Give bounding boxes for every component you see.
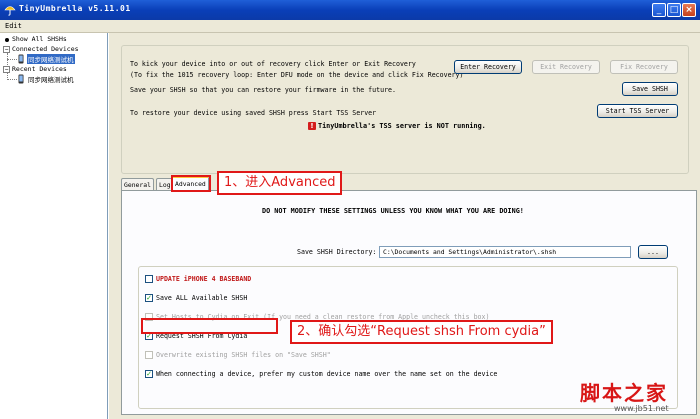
restore-message: To restore your device using saved SHSH … — [130, 109, 377, 117]
fix-recovery-button[interactable]: Fix Recovery — [610, 60, 678, 74]
collapse-icon[interactable]: − — [3, 66, 10, 73]
tree-item-label: 同步网络测试机 — [28, 76, 74, 84]
tree-item-label: Connected Devices — [12, 45, 79, 53]
maximize-button[interactable]: □ — [667, 3, 681, 17]
checkbox-prefer-custom-name[interactable]: ✓ — [145, 370, 153, 378]
device-tree: Show All SHSHs − Connected Devices 同步网络测… — [0, 33, 108, 419]
checkbox-save-all-shsh[interactable]: ✓ — [145, 294, 153, 302]
bullet-icon — [5, 38, 9, 42]
option-label: UPDATE iPHONE 4 BASEBAND — [156, 275, 252, 283]
annotation-step1: 1、进入Advanced — [217, 171, 343, 195]
menu-bar: Edit — [0, 20, 700, 33]
collapse-icon[interactable]: − — [3, 46, 10, 53]
save-shsh-button[interactable]: Save SHSH — [622, 82, 678, 96]
start-tss-server-button[interactable]: Start TSS Server — [597, 104, 678, 118]
fix-recovery-message: (To fix the 1015 recovery loop: Enter DF… — [130, 71, 464, 79]
iphone-icon — [18, 74, 24, 84]
recovery-message: To kick your device into or out of recov… — [130, 60, 416, 68]
option-label: When connecting a device, prefer my cust… — [156, 370, 498, 378]
settings-warning: DO NOT MODIFY THESE SETTINGS UNLESS YOU … — [262, 207, 524, 215]
close-button[interactable]: × — [682, 3, 696, 17]
umbrella-icon — [4, 6, 16, 16]
tree-connector — [7, 59, 17, 60]
enter-recovery-button[interactable]: Enter Recovery — [454, 60, 522, 74]
save-message: Save your SHSH so that you can restore y… — [130, 86, 396, 94]
exit-recovery-button[interactable]: Exit Recovery — [532, 60, 600, 74]
checkbox-overwrite-shsh[interactable] — [145, 351, 153, 359]
tss-status: ! TinyUmbrella's TSS server is NOT runnin… — [308, 122, 486, 130]
shsh-directory-input[interactable] — [379, 246, 631, 258]
option-label: Save ALL Available SHSH — [156, 294, 248, 302]
annotation-step2: 2、确认勾选“Request shsh From cydia” — [290, 320, 553, 344]
tss-status-text: TinyUmbrella's TSS server is NOT running… — [318, 122, 486, 130]
main-panel: To kick your device into or out of recov… — [109, 33, 700, 419]
watermark-url: www.jb51.net — [614, 404, 669, 413]
iphone-icon — [18, 54, 24, 64]
minimize-button[interactable]: _ — [652, 3, 666, 17]
browse-button[interactable]: ... — [638, 245, 668, 259]
watermark: 脚本之家 www.jb51.net — [580, 377, 692, 417]
tree-connector — [7, 79, 17, 80]
window-title: TinyUmbrella v5.11.01 — [19, 4, 131, 13]
error-icon: ! — [308, 122, 316, 130]
watermark-logo: 脚本之家 — [580, 381, 668, 405]
shsh-directory-label: Save SHSH Directory: — [297, 248, 377, 256]
device-actions-group: To kick your device into or out of recov… — [121, 45, 689, 174]
annotation-highlight-request — [141, 318, 278, 334]
title-bar: TinyUmbrella v5.11.01 _ □ × — [0, 0, 700, 20]
menu-edit[interactable]: Edit — [5, 22, 22, 30]
tree-item-label: 同步网络测试机 — [27, 54, 75, 64]
checkbox-update-baseband[interactable] — [145, 275, 153, 283]
annotation-highlight-advanced — [171, 175, 211, 192]
tab-general[interactable]: General — [121, 178, 154, 190]
tree-item-label: Recent Devices — [12, 65, 67, 73]
tree-item-label: Show All SHSHs — [12, 35, 67, 43]
option-label: Overwrite existing SHSH files on "Save S… — [156, 351, 331, 359]
